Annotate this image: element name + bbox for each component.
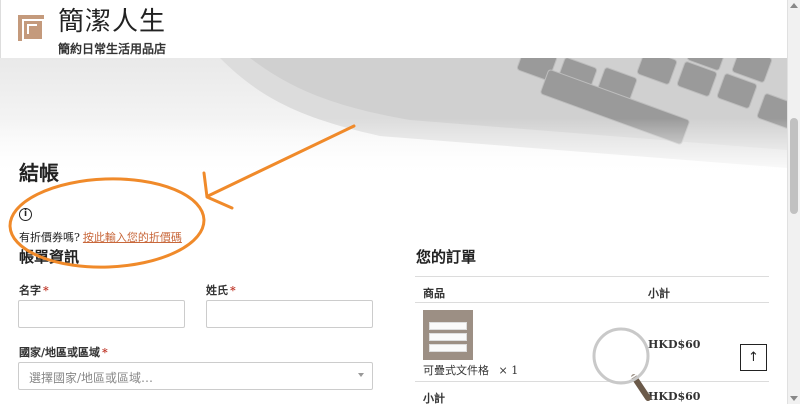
- country-select-placeholder: 選擇國家/地區或區域…: [29, 371, 154, 385]
- scrollbar-thumb[interactable]: [790, 118, 798, 214]
- product-subtotal: HKD$60: [648, 338, 701, 351]
- keyboard-image: [0, 58, 787, 178]
- product-qty: × 1: [498, 364, 519, 377]
- product-thumbnail[interactable]: [423, 310, 473, 360]
- first-name-label-text: 名字: [19, 284, 41, 297]
- order-table-top-rule: [415, 276, 769, 277]
- first-name-field[interactable]: [18, 300, 185, 328]
- page-title: 結帳: [19, 161, 59, 185]
- country-label: 國家/地區或區域 *: [19, 344, 108, 360]
- vertical-scrollbar[interactable]: [787, 0, 800, 404]
- last-name-label: 姓氏 *: [206, 282, 236, 298]
- cart-subtotal-value: HKD$60: [648, 390, 701, 403]
- country-label-text: 國家/地區或區域: [19, 346, 101, 359]
- site-header: 簡潔人生 簡約日常生活用品店: [0, 0, 787, 58]
- first-name-label: 名字 *: [19, 282, 49, 298]
- hero-banner: [0, 58, 787, 178]
- scroll-down-icon[interactable]: [790, 396, 798, 401]
- annotation-arrow-head: [202, 171, 234, 210]
- product-name-text: 可疊式文件格: [423, 364, 489, 377]
- scroll-up-icon[interactable]: [790, 3, 798, 8]
- coupon-prompt: 有折價券嗎?: [19, 231, 80, 244]
- last-name-label-text: 姓氏: [206, 284, 228, 297]
- country-select[interactable]: 選擇國家/地區或區域…: [18, 362, 373, 390]
- chevron-down-icon: [358, 373, 364, 377]
- last-name-field[interactable]: [206, 300, 373, 328]
- order-col-product: 商品: [423, 287, 445, 300]
- required-mark: *: [43, 284, 49, 297]
- coupon-notice: 有折價券嗎? 按此輸入您的折價碼: [19, 229, 182, 245]
- order-item-rule: [415, 381, 769, 382]
- order-heading: 您的訂單: [416, 248, 477, 266]
- order-table-head-rule: [415, 302, 769, 303]
- coupon-code-link[interactable]: 按此輸入您的折價碼: [83, 231, 182, 244]
- site-title[interactable]: 簡潔人生: [58, 1, 166, 38]
- order-col-subtotal: 小計: [648, 287, 670, 300]
- cart-subtotal-label: 小計: [423, 392, 445, 404]
- site-tagline: 簡約日常生活用品店: [58, 42, 167, 56]
- billing-heading: 帳單資訊: [19, 248, 80, 266]
- magnifier-icon: [592, 327, 651, 401]
- arrow-up-icon: ↑: [748, 350, 759, 365]
- required-mark: *: [230, 284, 236, 297]
- product-name: 可疊式文件格 × 1: [423, 362, 518, 378]
- required-mark: *: [102, 346, 108, 359]
- site-logo-icon[interactable]: [18, 15, 44, 41]
- scroll-to-top-button[interactable]: ↑: [740, 344, 767, 371]
- info-circle-icon: i: [19, 208, 32, 221]
